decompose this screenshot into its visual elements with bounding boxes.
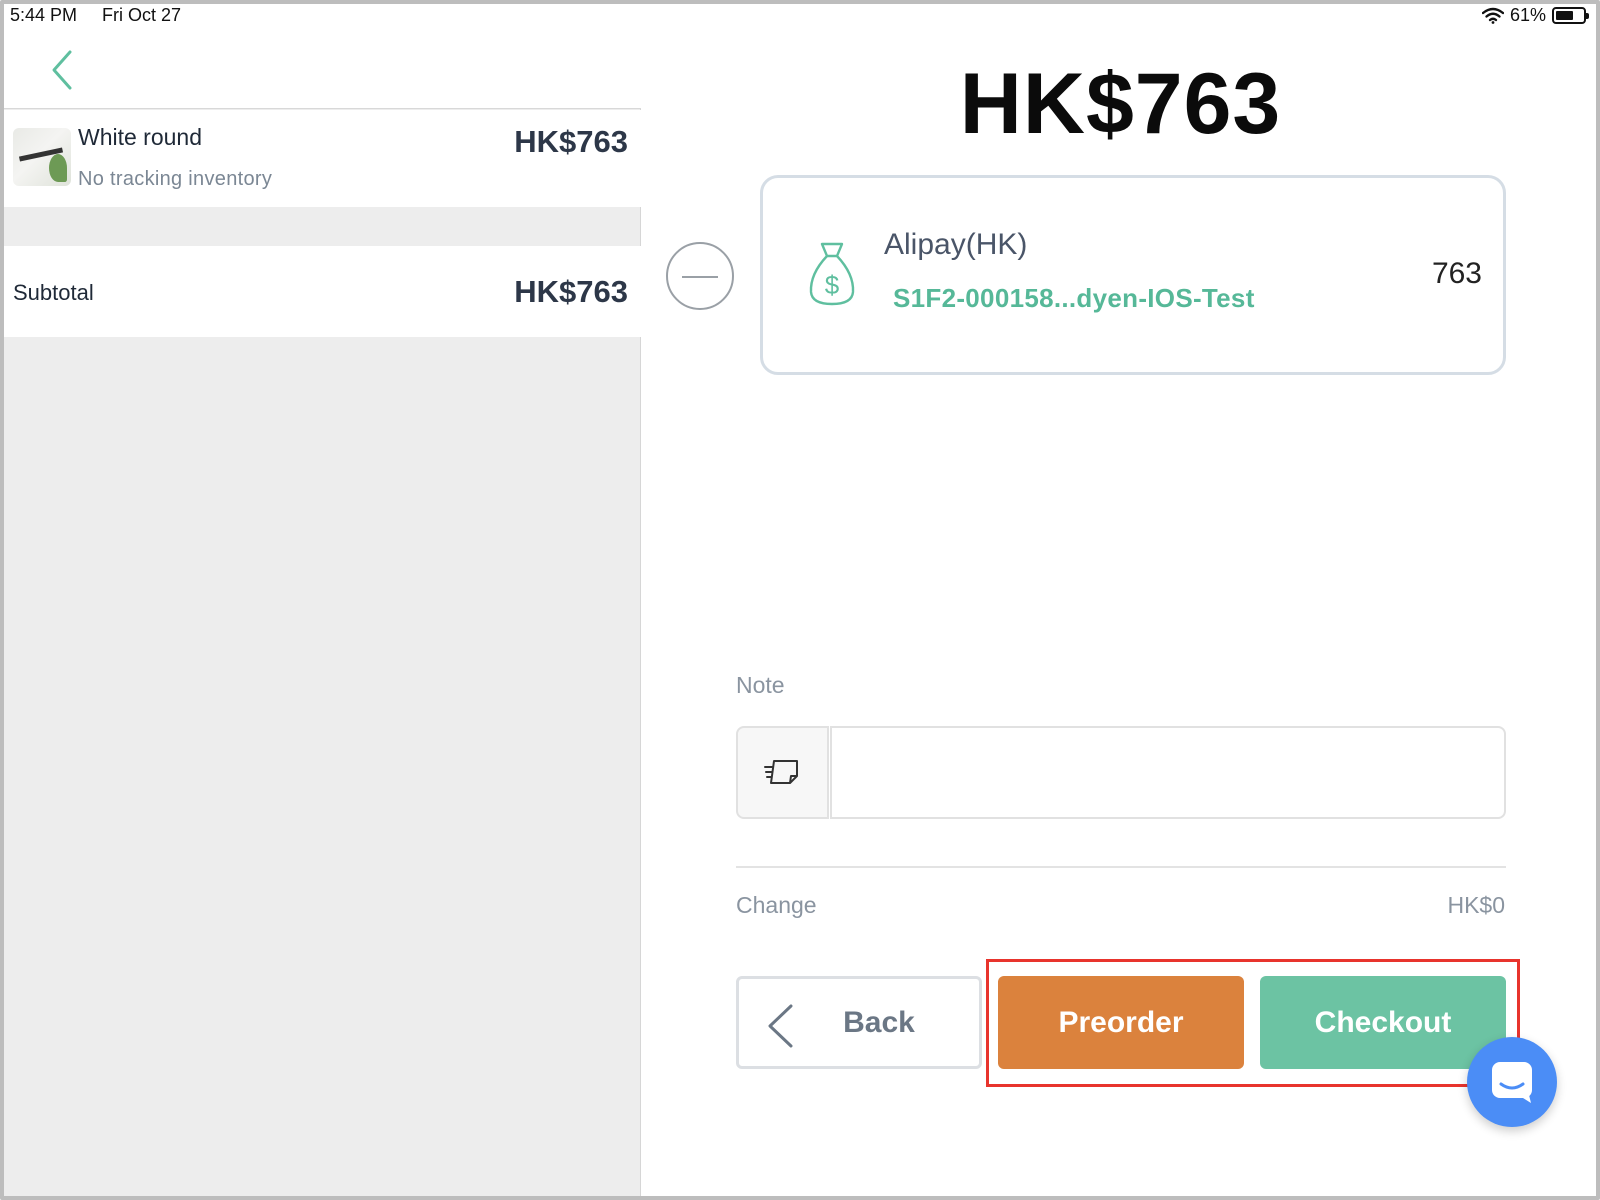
preorder-button-label: Preorder	[1058, 1005, 1184, 1039]
chat-icon	[1492, 1062, 1532, 1103]
item-subtitle: No tracking inventory	[78, 168, 273, 190]
item-thumbnail	[13, 128, 71, 186]
status-right: 61%	[1481, 5, 1589, 26]
note-label: Note	[736, 672, 785, 698]
note-icon	[764, 760, 798, 784]
chat-button[interactable]	[1467, 1037, 1557, 1127]
status-bar: 5:44 PM Fri Oct 27 61%	[0, 0, 1600, 30]
change-value: HK$0	[1447, 892, 1505, 918]
remove-payment-button[interactable]	[666, 242, 734, 310]
item-name: White round	[78, 124, 203, 150]
money-bag-icon: $	[809, 242, 855, 306]
note-input[interactable]	[830, 726, 1506, 819]
checkout-button-label: Checkout	[1314, 1005, 1452, 1039]
checkout-button[interactable]: Checkout	[1260, 976, 1506, 1069]
chevron-left-icon	[768, 1004, 793, 1048]
status-time: 5:44 PM	[10, 5, 78, 25]
battery-icon	[1552, 7, 1589, 24]
divider	[736, 866, 1506, 868]
item-price: HK$763	[514, 124, 628, 159]
svg-text:$: $	[825, 270, 840, 300]
payment-amount: 763	[1431, 257, 1482, 290]
subtotal-label: Subtotal	[13, 280, 94, 305]
order-total: HK$763	[959, 56, 1282, 152]
status-date: Fri Oct 27	[102, 5, 182, 25]
wifi-icon	[1481, 7, 1504, 24]
back-chevron-icon[interactable]	[46, 48, 82, 92]
battery-percent: 61%	[1509, 5, 1546, 25]
subtotal-value: HK$763	[514, 274, 628, 309]
back-button-label: Back	[843, 1005, 915, 1039]
back-button[interactable]: Back	[736, 976, 982, 1069]
change-label: Change	[736, 892, 817, 918]
payment-reference: S1F2-000158...dyen-IOS-Test	[893, 283, 1255, 313]
payment-method-card[interactable]	[760, 175, 1506, 375]
preorder-button[interactable]: Preorder	[998, 976, 1244, 1069]
payment-method-name: Alipay(HK)	[884, 228, 1028, 261]
